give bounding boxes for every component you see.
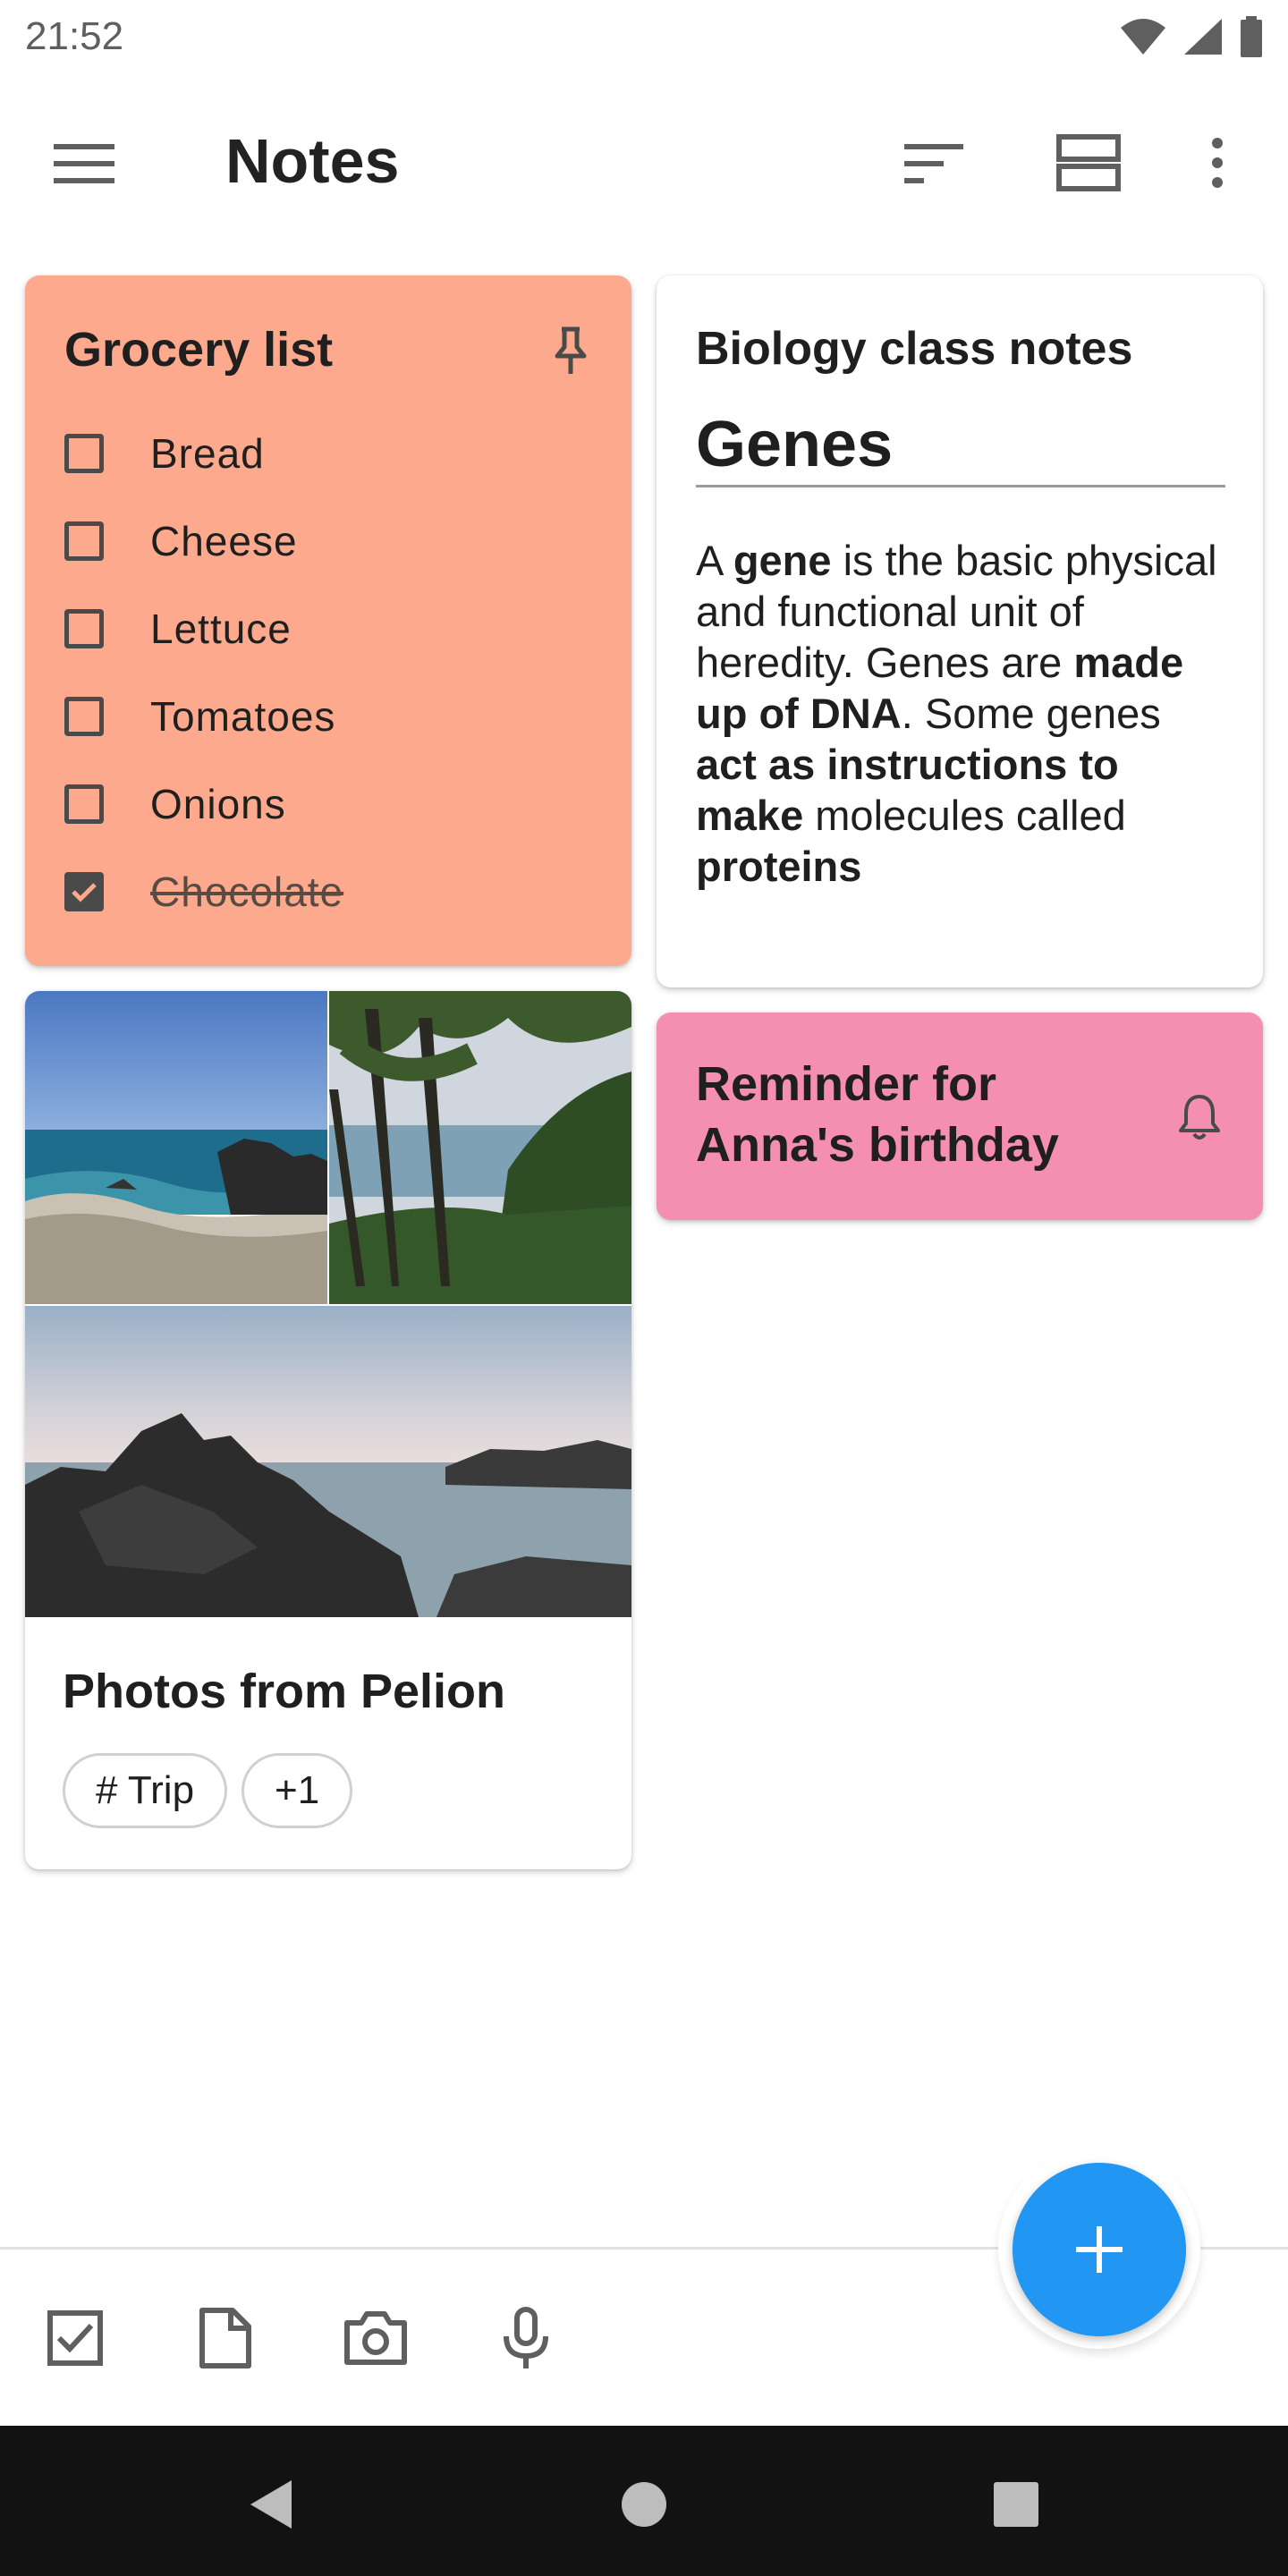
new-voice-note-button[interactable] [490,2302,562,2374]
label-chip-more[interactable]: +1 [242,1753,353,1828]
note-body-text: A [696,537,733,584]
note-body: A gene is the basic physical and functio… [696,535,1233,892]
checklist-item-label: Tomatoes [150,693,336,740]
new-text-note-button[interactable] [190,2302,261,2374]
note-body-text: molecules called [803,792,1126,839]
wifi-icon [1121,19,1165,55]
note-card-reminder[interactable]: Reminder for Anna's birthday [657,1013,1263,1220]
checklist-item[interactable]: Bread [64,410,343,497]
status-icons [1120,16,1263,57]
checkbox[interactable] [64,521,104,561]
back-icon [250,2480,292,2529]
checkbox[interactable] [64,609,104,648]
checklist-item-label: Cheese [150,518,298,564]
menu-icon [54,144,114,183]
note-icon [199,2308,251,2368]
heading-divider [696,485,1225,487]
note-card-grocery[interactable]: Grocery list Bread Cheese Lettuce Tomato… [25,275,631,966]
view-layout-icon [1056,134,1121,191]
checklist: Bread Cheese Lettuce Tomatoes Onions Cho… [64,410,343,936]
home-button[interactable] [608,2469,680,2540]
checkbox[interactable] [64,434,104,473]
recents-icon [994,2482,1038,2527]
system-nav-bar [0,2426,1288,2576]
plus-icon [1076,2226,1123,2273]
checklist-item[interactable]: Tomatoes [64,673,343,760]
bell-icon [1179,1095,1220,1140]
more-vert-icon [1212,138,1223,188]
sort-button[interactable] [898,132,970,195]
note-body-bold: proteins [696,843,862,890]
checklist-item[interactable]: Cheese [64,497,343,585]
note-title: Biology class notes [696,323,1133,375]
note-heading: Genes [696,409,894,480]
page-title: Notes [225,126,400,196]
check-icon [72,883,97,902]
checklist-item[interactable]: Lettuce [64,585,343,673]
status-bar: 21:52 [0,0,1288,79]
note-title: Photos from Pelion [63,1665,506,1718]
label-chip[interactable]: # Trip [63,1753,228,1828]
view-layout-button[interactable] [1048,127,1129,199]
label-chips: # Trip +1 [63,1753,353,1828]
add-note-button[interactable] [1013,2163,1186,2336]
checkbox[interactable] [64,697,104,736]
pin-icon [555,326,587,374]
checklist-item-label: Chocolate [150,869,344,915]
note-title: Grocery list [64,323,334,377]
note-body-bold: gene [733,537,832,584]
checkbox[interactable] [64,784,104,824]
checkbox-icon [47,2310,103,2366]
home-icon [622,2482,666,2527]
sort-icon [904,144,963,183]
recents-button[interactable] [980,2469,1052,2540]
note-body-text: . Some genes [901,690,1161,737]
beach-photo[interactable] [25,991,327,1304]
checklist-item[interactable]: Onions [64,760,343,848]
checklist-item-label: Lettuce [150,606,292,652]
checklist-item[interactable]: Chocolate [64,848,343,936]
checklist-item-label: Bread [150,430,265,477]
status-time: 21:52 [25,14,124,58]
camera-icon [344,2311,407,2365]
checklist-item-label: Onions [150,781,286,827]
mic-icon [504,2307,548,2368]
signal-icon [1184,19,1222,55]
new-photo-note-button[interactable] [340,2302,411,2374]
note-title: Reminder for Anna's birthday [696,1057,1059,1172]
more-options-button[interactable] [1195,127,1240,199]
note-card-photos[interactable]: Photos from Pelion # Trip +1 [25,991,631,1869]
battery-icon [1241,16,1262,57]
photo-grid [25,991,631,1617]
rocks-photo[interactable] [25,1306,631,1617]
menu-button[interactable] [48,132,120,195]
back-button[interactable] [234,2469,306,2540]
trees-photo[interactable] [329,991,631,1304]
new-list-button[interactable] [39,2302,111,2374]
note-card-biology[interactable]: Biology class notes Genes A gene is the … [657,275,1263,987]
app-bar: Notes [0,106,1288,222]
checkbox-checked[interactable] [64,872,104,911]
